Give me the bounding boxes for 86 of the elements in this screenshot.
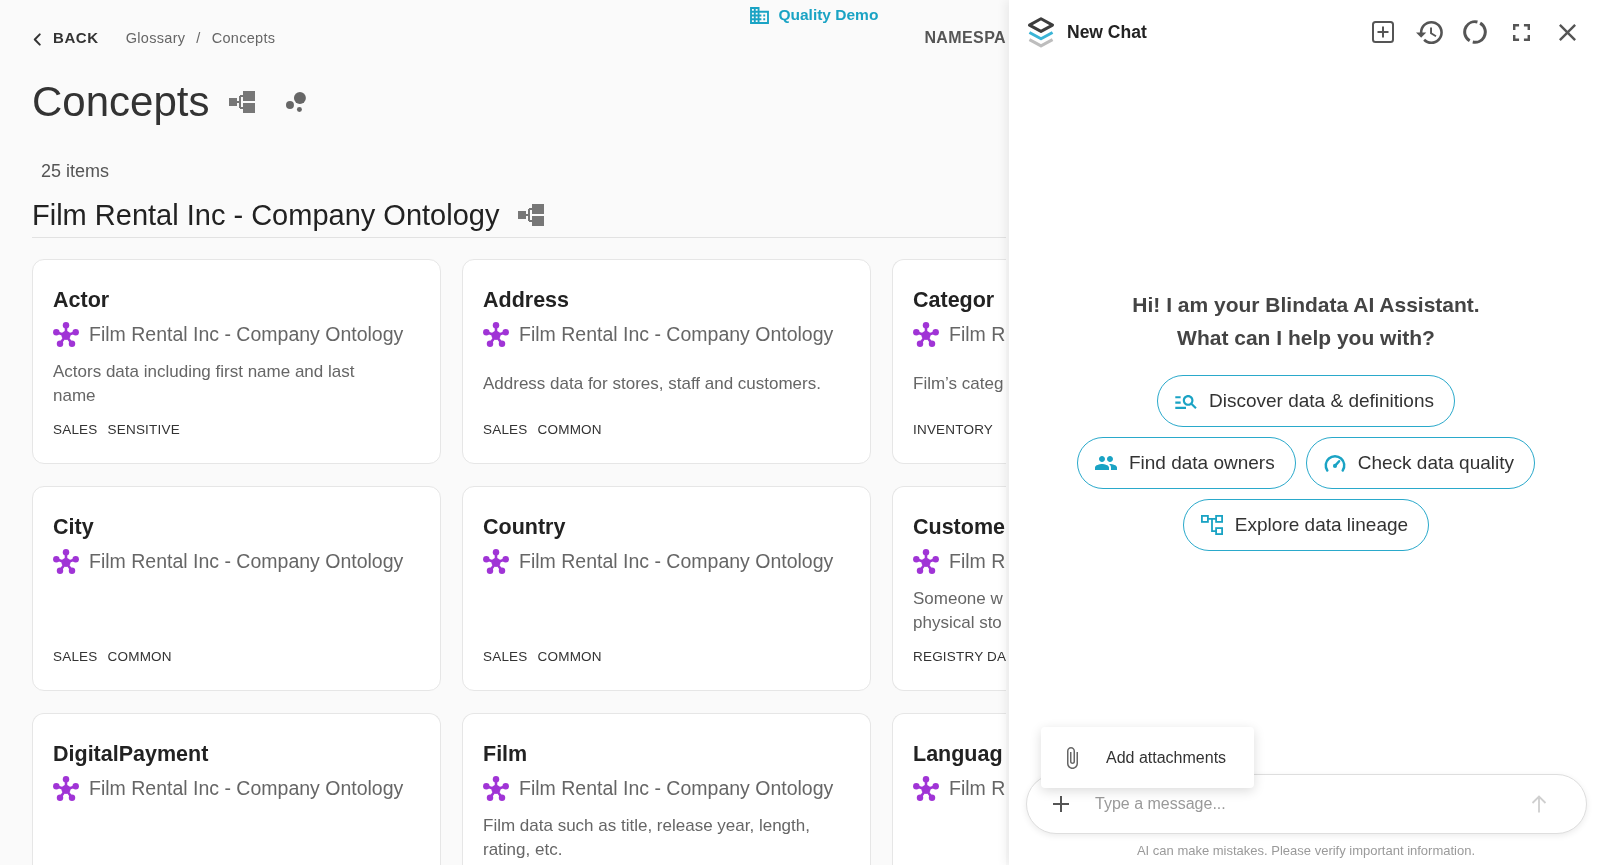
card-title: Country bbox=[483, 514, 567, 541]
card-description: Someone w physical sto bbox=[913, 588, 1003, 634]
paperclip-icon bbox=[1067, 746, 1078, 769]
message-field[interactable]: Type a message... bbox=[1026, 774, 1587, 834]
card-title: Film bbox=[483, 741, 529, 768]
card-description: Address data for stores, staff and customers. bbox=[483, 373, 821, 395]
ontology-name: Film R bbox=[949, 549, 1006, 574]
people-icon bbox=[1094, 456, 1117, 470]
concept-card[interactable]: Country Film Rental Inc - Company Ontology SALES COMMON bbox=[462, 486, 871, 691]
card-title: Actor bbox=[53, 287, 111, 314]
tag-label: REGISTRY DA bbox=[913, 648, 1006, 666]
history-icon[interactable] bbox=[1415, 20, 1443, 44]
plus-icon[interactable] bbox=[1053, 796, 1069, 812]
ontology-name: Film R bbox=[949, 776, 1006, 801]
breadcrumb-link[interactable]: Concepts bbox=[211, 26, 276, 50]
plus-square-icon[interactable] bbox=[1372, 21, 1394, 43]
concept-card[interactable]: Languag Film R bbox=[892, 713, 1006, 865]
concept-card[interactable]: Actor Film Rental Inc - Company Ontology Actors data including first name and last name SALES SENSITIVE bbox=[32, 259, 441, 464]
menu-item[interactable]: Add attachments bbox=[1067, 746, 1227, 769]
tag-label: COMMON bbox=[537, 648, 602, 666]
disclaimer-text: AI can make mistakes. Please verify important information. bbox=[1135, 843, 1477, 860]
suggestion-button[interactable]: Check data quality bbox=[1305, 437, 1536, 489]
hierarchy-icon[interactable] bbox=[518, 204, 545, 226]
concept-card[interactable]: Address Film Rental Inc - Company Ontology Address data for stores, staff and customers. SALES COMMON bbox=[462, 259, 871, 464]
ontology-name: Film Rental Inc - Company Ontology bbox=[519, 776, 834, 801]
concept-card[interactable]: Custome Film R Someone w physical sto REGISTRY DA bbox=[892, 486, 1006, 691]
ontology-name: Film Rental Inc - Company Ontology bbox=[519, 322, 834, 347]
gauge-icon bbox=[1323, 453, 1346, 473]
bubble-chart-icon[interactable] bbox=[286, 92, 307, 112]
breadcrumb-separator: / bbox=[196, 29, 201, 48]
tag-label: SALES bbox=[53, 648, 98, 666]
greeting-text: Hi! I am your Blindata AI Assistant. What can I help you with? bbox=[1132, 292, 1480, 351]
item-count: 25 items bbox=[40, 160, 110, 182]
namespace-button[interactable]: NAMESPA bbox=[924, 26, 1006, 50]
building-icon bbox=[750, 6, 770, 24]
network-icon bbox=[53, 548, 79, 574]
tag-label: SALES bbox=[483, 648, 528, 666]
concept-card[interactable]: DigitalPayment Film Rental Inc - Company Ontology bbox=[32, 713, 441, 865]
card-title: Languag bbox=[913, 741, 1004, 768]
card-description: Actors data including first name and last name bbox=[53, 361, 356, 407]
ontology-name: Film R bbox=[949, 322, 1006, 347]
network-icon bbox=[913, 321, 939, 347]
network-icon bbox=[483, 548, 509, 574]
breadcrumb-link[interactable]: Glossary bbox=[125, 26, 186, 50]
suggestion-button[interactable]: Explore data lineage bbox=[1182, 499, 1430, 551]
chevron-left-icon bbox=[33, 33, 41, 46]
suggestion-button[interactable]: Discover data & definitions bbox=[1157, 375, 1455, 427]
page-title: Concepts bbox=[32, 77, 210, 127]
layers-logo-icon bbox=[1027, 17, 1055, 48]
fullscreen-icon[interactable] bbox=[1512, 23, 1530, 41]
card-description: Film’s categ bbox=[913, 373, 1004, 395]
ontology-name: Film Rental Inc - Company Ontology bbox=[89, 322, 404, 347]
tag-label: COMMON bbox=[537, 421, 602, 439]
tag-label: INVENTORY bbox=[913, 421, 994, 439]
ontology-name: Film Rental Inc - Company Ontology bbox=[89, 776, 404, 801]
network-icon bbox=[53, 321, 79, 347]
card-title: DigitalPayment bbox=[53, 741, 210, 768]
suggestion-button[interactable]: Find data owners bbox=[1076, 437, 1296, 489]
tag-label: SALES bbox=[53, 421, 98, 439]
tag-label: SENSITIVE bbox=[107, 421, 180, 439]
card-title: Categor bbox=[913, 287, 996, 314]
group-title: Film Rental Inc - Company Ontology bbox=[32, 198, 500, 232]
card-title: Address bbox=[483, 287, 571, 314]
network-icon bbox=[483, 321, 509, 347]
concept-card[interactable]: City Film Rental Inc - Company Ontology SALES COMMON bbox=[32, 486, 441, 691]
network-icon bbox=[913, 548, 939, 574]
network-icon bbox=[913, 775, 939, 801]
tree-diagram-icon bbox=[1200, 515, 1223, 535]
tag-label: COMMON bbox=[107, 648, 172, 666]
search-list-icon bbox=[1175, 393, 1197, 409]
network-icon bbox=[53, 775, 79, 801]
message-input[interactable]: Type a message... bbox=[1095, 790, 1511, 818]
ontology-name: Film Rental Inc - Company Ontology bbox=[519, 549, 834, 574]
tag-label: SALES bbox=[483, 421, 528, 439]
ring-icon[interactable] bbox=[1463, 20, 1487, 44]
hierarchy-icon[interactable] bbox=[229, 91, 256, 113]
card-title: Custome bbox=[913, 514, 1006, 541]
close-icon[interactable] bbox=[1558, 23, 1576, 41]
network-icon bbox=[483, 775, 509, 801]
concept-card[interactable]: Categor Film R Film’s categ INVENTORY bbox=[892, 259, 1006, 464]
card-title: City bbox=[53, 514, 95, 541]
back-button[interactable]: BACK bbox=[32, 26, 99, 50]
concept-card[interactable]: Film Film Rental Inc - Company Ontology Film data such as title, release year, length, rating, etc. bbox=[462, 713, 871, 865]
chat-title: New Chat bbox=[1067, 21, 1147, 43]
card-description: Film data such as title, release year, length, rating, etc. bbox=[483, 815, 811, 861]
ontology-name: Film Rental Inc - Company Ontology bbox=[89, 549, 404, 574]
